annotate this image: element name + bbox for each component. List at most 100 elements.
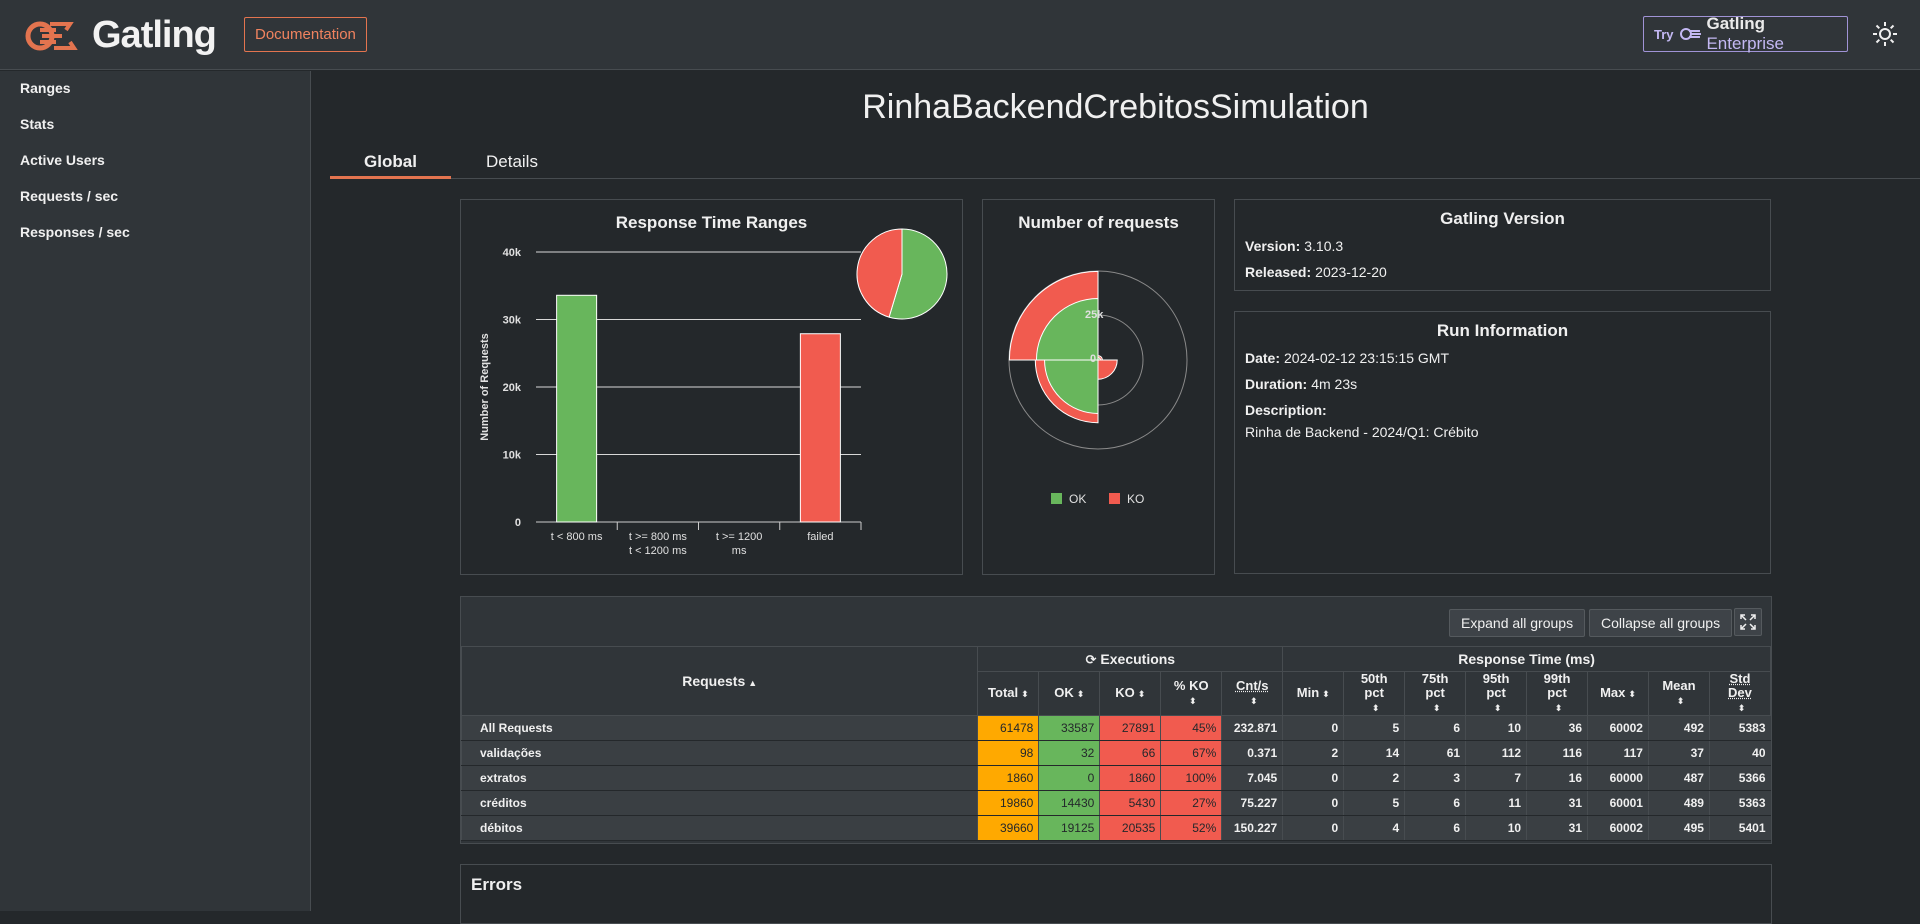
column-header-min[interactable]: Min ⬍	[1282, 671, 1345, 716]
sort-icon: ⬍	[1188, 696, 1197, 706]
request-name[interactable]: créditos	[460, 790, 978, 816]
cell-min: 0	[1282, 790, 1344, 816]
try-enterprise-button[interactable]: Try Gatling Enterprise	[1643, 14, 1848, 53]
table-row[interactable]: validações 98 32 66 67% 0.371 2 14 61 112 116 117 37…	[460, 740, 1771, 766]
column-header-total[interactable]: Total ⬍	[977, 671, 1040, 716]
request-name[interactable]: extratos	[460, 765, 978, 791]
cell--ko: 27%	[1160, 790, 1222, 816]
column-header-75th-pct[interactable]: 75th pct ⬍	[1404, 671, 1467, 716]
fullscreen-icon[interactable]	[1734, 608, 1762, 636]
column-header-label: KO	[1115, 685, 1135, 700]
cell-50th-pct: 5	[1343, 715, 1405, 741]
cell-std-dev: 5363	[1708, 790, 1771, 816]
sort-icon: ⬍	[1137, 689, 1146, 699]
cell-ko: 1860	[1099, 765, 1161, 791]
documentation-button[interactable]: Documentation	[244, 17, 367, 52]
table-row[interactable]: débitos 39660 19125 20535 52% 150.227 0 4 6 10 31 6…	[460, 815, 1771, 841]
column-header-max[interactable]: Max ⬍	[1587, 671, 1649, 716]
sidebar-item-requests-per-sec[interactable]: Requests / sec	[20, 188, 118, 204]
requests-header-label: Requests	[682, 673, 746, 689]
cell-ko: 5430	[1099, 790, 1161, 816]
table-row[interactable]: créditos 19860 14430 5430 27% 75.227 0 5 6 11 31 60…	[460, 790, 1771, 816]
cell-ko: 66	[1099, 740, 1161, 766]
cell-mean: 495	[1647, 815, 1710, 841]
cell-max: 60002	[1587, 815, 1649, 841]
cell-75th-pct: 6	[1404, 790, 1466, 816]
polar-sector-ko	[1097, 359, 1118, 380]
sidebar-item-responses-per-sec[interactable]: Responses / sec	[20, 224, 130, 240]
cell-95th-pct: 112	[1465, 740, 1527, 766]
page-title: RinhaBackendCrebitosSimulation	[862, 88, 1369, 126]
gatling-logo-icon	[25, 21, 78, 50]
expand-all-groups-button[interactable]: Expand all groups	[1449, 609, 1586, 637]
column-header--ko[interactable]: % KO ⬍	[1160, 671, 1223, 716]
sort-icon: ⬍	[1322, 689, 1330, 699]
sidebar: Ranges Stats Active Users Requests / sec…	[0, 71, 311, 911]
column-header-label: pct	[1547, 685, 1567, 700]
request-name[interactable]: All Requests	[460, 715, 978, 741]
column-header-50th-pct[interactable]: 50th pct ⬍	[1343, 671, 1406, 716]
refresh-icon: ⟳	[1085, 651, 1097, 667]
column-header-ok[interactable]: OK ⬍	[1038, 671, 1101, 716]
sun-icon[interactable]	[1872, 21, 1898, 47]
legend-label-ko: KO	[1127, 492, 1144, 506]
sidebar-item-stats[interactable]: Stats	[20, 116, 54, 132]
date-label: Date:	[1245, 350, 1281, 366]
released-row: Released: 2023-12-20	[1245, 264, 1387, 280]
column-header-label: 99th	[1543, 671, 1571, 686]
column-header-ko[interactable]: KO ⬍	[1099, 671, 1162, 716]
version-row: Version: 3.10.3	[1245, 238, 1343, 254]
request-name[interactable]: validações	[460, 740, 978, 766]
column-header-label: Min	[1296, 685, 1320, 700]
x-tick-label: t < 1200 ms	[629, 545, 687, 557]
gatling-version-panel: Gatling Version Version: 3.10.3 Released:…	[1234, 199, 1771, 291]
legend-label-ok: OK	[1069, 492, 1086, 506]
cell-max: 117	[1587, 740, 1649, 766]
enterprise-try-label: Try	[1654, 26, 1674, 42]
cell-mean: 489	[1647, 790, 1710, 816]
active-tab-indicator	[330, 176, 451, 179]
column-header-label: Mean	[1662, 678, 1696, 693]
gatling-logo[interactable]: Gatling	[20, 14, 217, 57]
sidebar-item-ranges[interactable]: Ranges	[20, 80, 71, 96]
number-of-requests-panel: Number of requests 25k 0 OK KO	[982, 199, 1215, 575]
tab-details[interactable]: Details	[486, 152, 538, 172]
errors-panel: Errors	[460, 864, 1772, 924]
requests-header[interactable]: Requests ▲	[460, 646, 979, 716]
cell-99th-pct: 16	[1526, 765, 1588, 791]
table-row[interactable]: extratos 1860 0 1860 100% 7.045 0 2 3 7 16 60000 487…	[460, 765, 1771, 791]
cell-ko: 20535	[1099, 815, 1161, 841]
sidebar-item-active-users[interactable]: Active Users	[20, 152, 105, 168]
cell--ko: 45%	[1160, 715, 1222, 741]
column-header-label: 75th	[1421, 671, 1449, 686]
y-tick-label: 10k	[503, 450, 522, 462]
cell-cnt-s: 7.045	[1221, 765, 1283, 791]
table-row[interactable]: All Requests 61478 33587 27891 45% 232.871 0 5 6…	[460, 715, 1771, 741]
sort-icon: ⬍	[1432, 703, 1441, 713]
cell-std-dev: 40	[1708, 740, 1771, 766]
column-header-cnt-s[interactable]: Cnt/s ⬍	[1221, 671, 1284, 716]
column-header-mean[interactable]: Mean ⬍	[1647, 671, 1710, 716]
cell--ko: 67%	[1160, 740, 1222, 766]
cell-99th-pct: 36	[1526, 715, 1588, 741]
cell-50th-pct: 4	[1343, 815, 1405, 841]
column-header-label: Total	[988, 685, 1019, 700]
cell-ok: 0	[1038, 765, 1100, 791]
top-bar: Gatling Documentation Try Gatling Enterp…	[0, 0, 1920, 70]
column-header-95th-pct[interactable]: 95th pct ⬍	[1465, 671, 1528, 716]
request-name[interactable]: débitos	[460, 815, 978, 841]
column-header-label: OK	[1054, 685, 1074, 700]
column-header-std-dev[interactable]: Std Dev ⬍	[1708, 671, 1772, 716]
cell-cnt-s: 150.227	[1221, 815, 1283, 841]
description-label: Description:	[1245, 402, 1327, 418]
tab-global[interactable]: Global	[330, 152, 451, 172]
response-time-ranges-chart: 0 10k 20k 30k 40k Number of Requests t < 800 m…	[479, 228, 948, 557]
column-header-label: Cnt/s	[1235, 678, 1269, 693]
response-time-ranges-panel: Response Time Ranges 0 10k 20k 30k 40k Number…	[460, 199, 963, 575]
cell-75th-pct: 6	[1404, 815, 1466, 841]
collapse-all-groups-button[interactable]: Collapse all groups	[1589, 609, 1733, 637]
column-header-99th-pct[interactable]: 99th pct ⬍	[1526, 671, 1589, 716]
gatling-enterprise-icon	[1679, 28, 1701, 40]
sort-icon: ⬍	[1371, 703, 1380, 713]
cell-min: 0	[1282, 715, 1344, 741]
